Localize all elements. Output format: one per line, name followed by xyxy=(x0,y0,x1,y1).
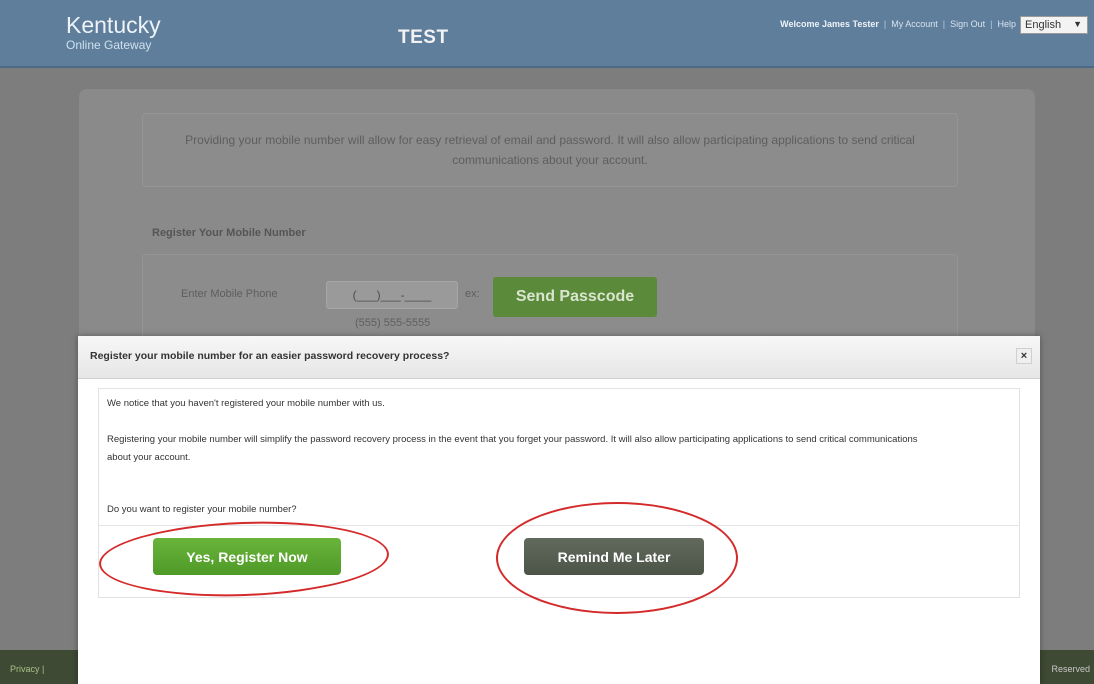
example-number: (555) 555-5555 xyxy=(355,317,431,329)
brand-subtitle: Online Gateway xyxy=(66,38,152,52)
link-separator: | xyxy=(942,19,946,29)
link-separator: | xyxy=(990,19,993,29)
help-link[interactable]: Help xyxy=(997,19,1016,29)
chevron-down-icon: ▼ xyxy=(1073,19,1082,29)
modal-title: Register your mobile number for an easie… xyxy=(90,350,450,362)
modal-header: Register your mobile number for an easie… xyxy=(78,336,1040,379)
modal-notice-text: We notice that you haven't registered yo… xyxy=(107,398,385,409)
environment-label: TEST xyxy=(398,27,449,48)
brand-name: Kentucky xyxy=(66,12,161,38)
welcome-text: Welcome James Tester xyxy=(780,19,879,29)
mobile-phone-input[interactable]: (___)___-____ xyxy=(326,281,458,309)
register-mobile-modal: Register your mobile number for an easie… xyxy=(78,336,1040,684)
footer-rights-text: Reserved xyxy=(1051,664,1090,674)
brand-logo[interactable]: Kentucky Online Gateway xyxy=(66,12,161,52)
section-title: Register Your Mobile Number xyxy=(152,227,306,239)
language-select[interactable]: English ▼ xyxy=(1020,16,1088,34)
top-header: Kentucky Online Gateway TEST Welcome Jam… xyxy=(0,0,1094,68)
close-icon[interactable]: × xyxy=(1016,348,1032,364)
sign-out-link[interactable]: Sign Out xyxy=(950,19,985,29)
modal-question-text: Do you want to register your mobile numb… xyxy=(107,504,297,515)
modal-description-text: Registering your mobile number will simp… xyxy=(107,434,918,463)
top-links: Welcome James Tester | My Account | Sign… xyxy=(780,19,1016,29)
highlight-ellipse xyxy=(496,502,738,614)
language-value: English xyxy=(1025,19,1062,31)
phone-label: Enter Mobile Phone xyxy=(181,288,278,300)
link-separator: | xyxy=(883,19,887,29)
my-account-link[interactable]: My Account xyxy=(891,19,938,29)
privacy-link[interactable]: Privacy | xyxy=(10,664,44,674)
info-box: Providing your mobile number will allow … xyxy=(142,113,958,187)
send-passcode-button[interactable]: Send Passcode xyxy=(493,277,657,317)
example-label: ex: xyxy=(465,288,480,300)
